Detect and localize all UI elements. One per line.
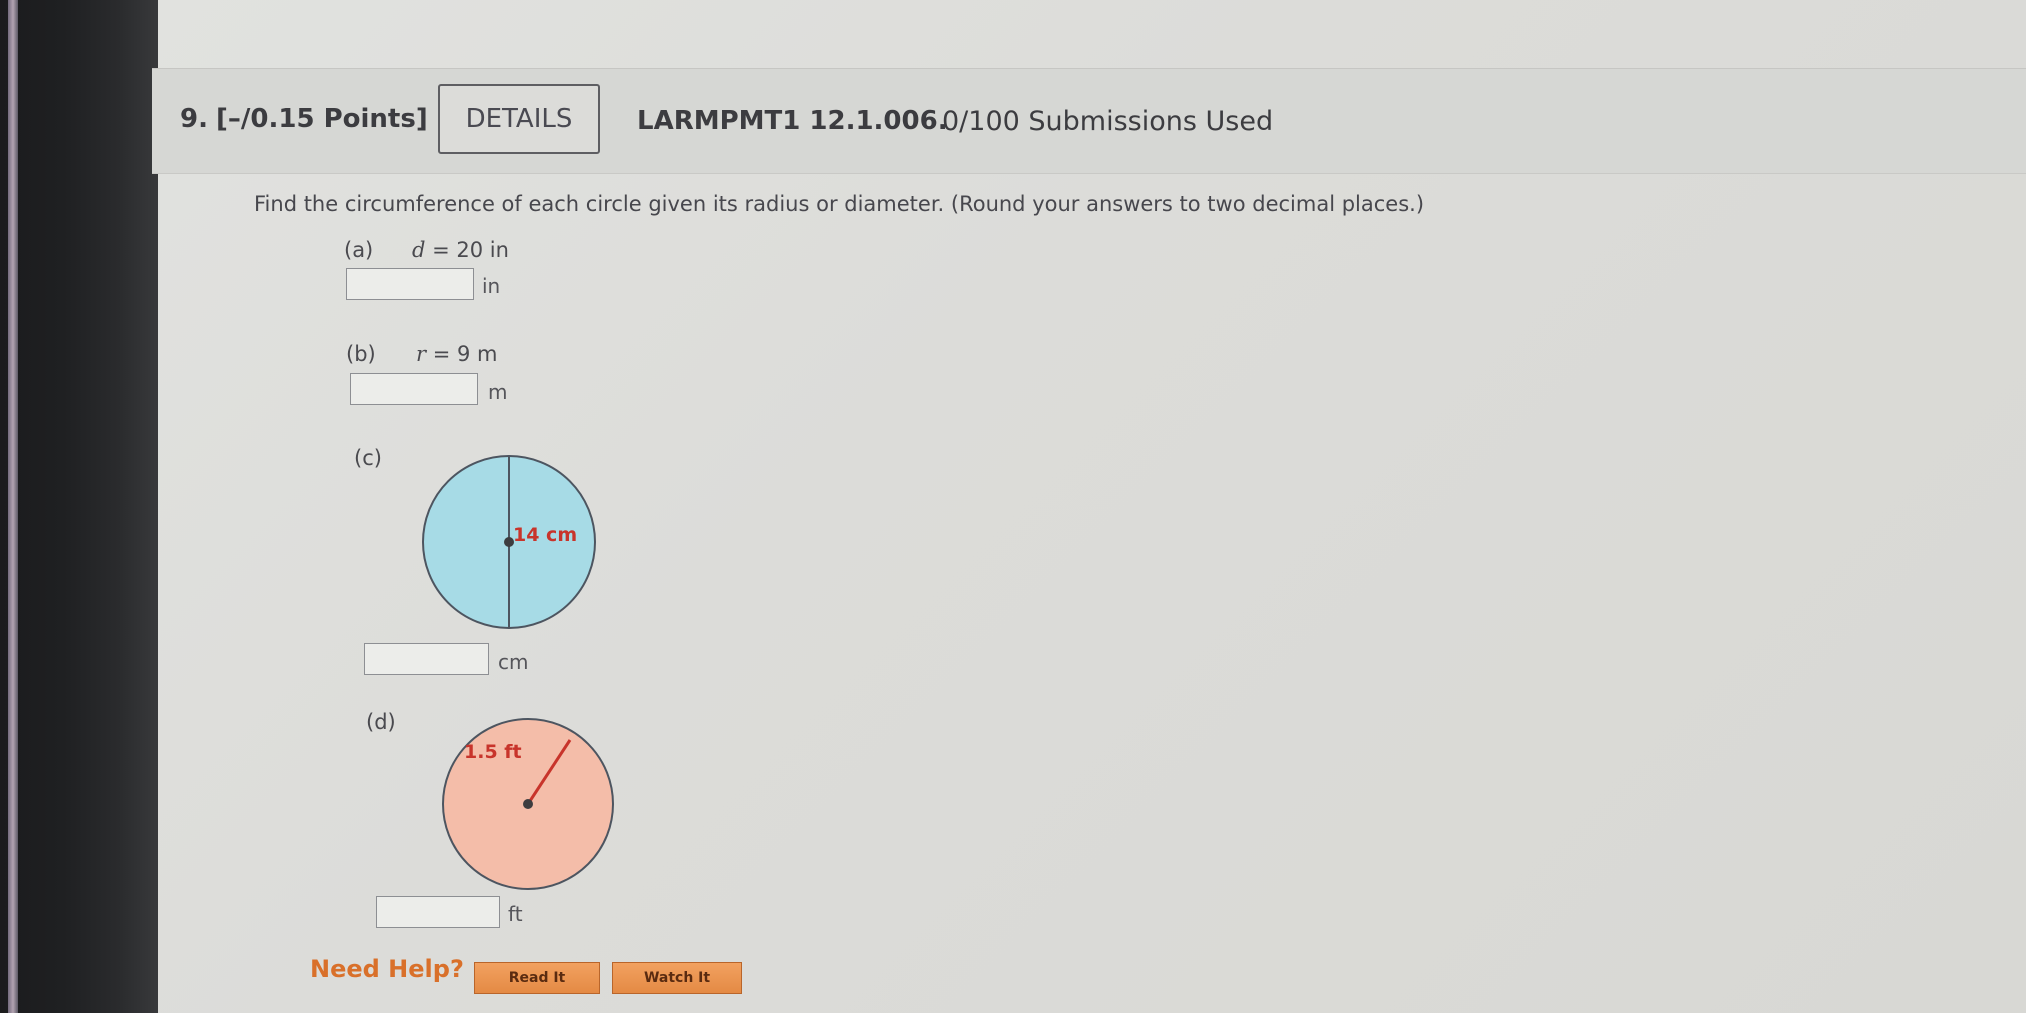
details-button[interactable]: DETAILS: [438, 84, 600, 154]
part-b-unit: m: [488, 380, 508, 404]
part-b-given: r = 9 m: [416, 342, 498, 366]
part-a-label: (a): [344, 238, 374, 262]
part-c-circle-figure: 14 cm: [422, 455, 596, 629]
course-code: LARMPMT1 12.1.006.: [637, 106, 948, 136]
part-a-value: = 20 in: [432, 238, 509, 262]
part-d-answer-input[interactable]: [376, 896, 500, 928]
part-a-variable: d: [412, 238, 426, 262]
part-c-label: (c): [354, 446, 382, 470]
part-d-center-point: [523, 799, 533, 809]
monitor-bezel: [0, 0, 158, 1013]
question-points: [–/0.15 Points]: [216, 104, 428, 134]
part-b-answer-input[interactable]: [350, 373, 478, 405]
part-b-label: (b): [346, 342, 376, 366]
part-c-answer-input[interactable]: [364, 643, 489, 675]
question-page: 9. [–/0.15 Points] DETAILS LARMPMT1 12.1…: [152, 0, 2026, 1013]
watch-it-button[interactable]: Watch It: [612, 962, 742, 994]
part-d-label: (d): [366, 710, 396, 734]
part-d-measure-label: 1.5 ft: [464, 741, 522, 763]
question-number: 9.: [180, 104, 208, 134]
part-d-unit: ft: [508, 902, 523, 926]
part-a-unit: in: [482, 274, 501, 298]
need-help-label: Need Help?: [310, 955, 464, 983]
part-b-variable: r: [416, 342, 427, 366]
part-c-unit: cm: [498, 650, 529, 674]
read-it-button[interactable]: Read It: [474, 962, 600, 994]
part-a-answer-input[interactable]: [346, 268, 474, 300]
monitor-edge: [8, 0, 18, 1013]
submissions-used: 0/100 Submissions Used: [942, 106, 1274, 137]
question-instructions: Find the circumference of each circle gi…: [254, 192, 1425, 216]
part-a-given: d = 20 in: [412, 238, 509, 262]
part-c-measure-label: 14 cm: [513, 524, 577, 546]
part-d-circle-figure: 1.5 ft: [442, 718, 614, 890]
part-b-value: = 9 m: [432, 342, 498, 366]
